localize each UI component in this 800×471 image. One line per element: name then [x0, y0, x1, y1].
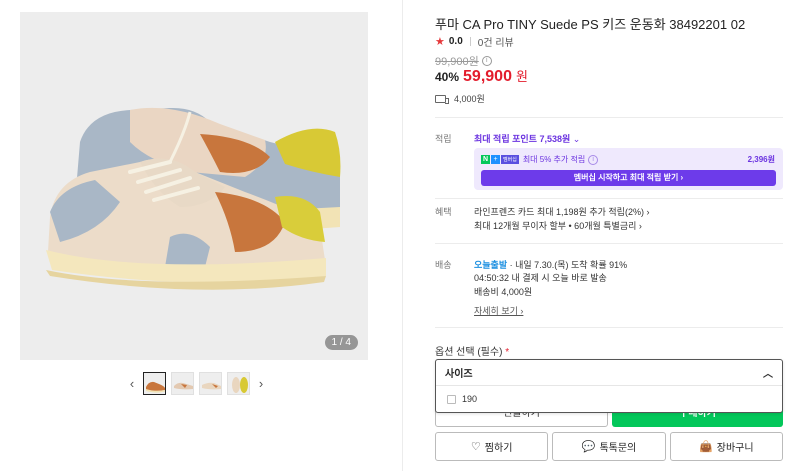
npay-amount: 2,396원 — [747, 155, 775, 164]
size-dropdown[interactable]: 사이즈 ︿ 190 — [435, 359, 783, 413]
currency-unit: 원 — [515, 69, 528, 84]
chevron-up-icon: ︿ — [763, 369, 773, 380]
today-ship-badge: 오늘출발 — [474, 260, 508, 270]
option-checkbox[interactable] — [447, 394, 456, 404]
shopping-bag-icon: 👜 — [699, 441, 713, 453]
rating-separator — [469, 37, 471, 46]
rating-score: 0.0 — [448, 36, 463, 47]
talk-label: 톡톡문의 — [599, 443, 637, 454]
card-benefit-link[interactable]: 라인프렌즈 카드 최대 1,198원 추가 적립(2%) › — [474, 205, 649, 218]
size-option[interactable]: 190 — [436, 386, 782, 412]
review-count: 0건 리뷰 — [477, 38, 514, 49]
delivery-label: 배송 — [435, 260, 452, 270]
membership-start-button[interactable]: 멤버십 시작하고 최대 적립 받기 › — [481, 170, 776, 186]
thumbnail-3[interactable] — [199, 371, 222, 395]
divider — [435, 198, 783, 199]
max-points-link[interactable]: 최대 적립 포인트 7,538원 ⌄ — [474, 132, 580, 145]
sale-price-row: 40% 59,900 원 — [435, 66, 528, 86]
npay-extra-text: 최대 5% 추가 적립 — [522, 155, 586, 164]
divider — [435, 117, 783, 118]
shipping-fee: 4,000원 — [454, 94, 485, 104]
npay-top-row: N + 멤버십 최대 5% 추가 적립 i 2,396원 — [481, 154, 775, 165]
product-title: 푸마 CA Pro TINY Suede PS 키즈 운동화 38492201 … — [435, 17, 746, 32]
cart-label: 장바구니 — [716, 443, 754, 454]
benefits-label: 혜택 — [435, 207, 452, 217]
rating-row[interactable]: ★ 0.0 0건 리뷰 — [435, 34, 514, 49]
size-dropdown-label: 사이즈 — [445, 369, 473, 380]
product-main-image[interactable]: 1 / 4 — [20, 12, 368, 360]
delivery-detail-link[interactable]: 자세히 보기 › — [474, 304, 523, 317]
installment-benefit-link[interactable]: 최대 12개월 무이자 할부 • 60개월 특별금리 › — [474, 219, 642, 232]
image-page-counter: 1 / 4 — [324, 335, 358, 350]
info-icon[interactable]: i — [481, 56, 492, 66]
npay-badge-icon: N + 멤버십 — [481, 155, 519, 164]
npay-membership-box: N + 멤버십 최대 5% 추가 적립 i 2,396원 멤버십 시작하고 최대 적… — [474, 148, 783, 190]
delivery-cutoff: 04:50:32 내 결제 시 오늘 바로 발송 — [474, 273, 607, 283]
thumbnail-2[interactable] — [171, 371, 194, 395]
delivery-fee: 배송비 4,000원 — [474, 287, 533, 297]
delivery-line-1: 오늘출발 · 내일 7.30.(목) 도착 확률 91% — [474, 258, 627, 271]
chevron-down-icon: ⌄ — [572, 134, 581, 144]
required-mark: * — [505, 347, 510, 358]
option-label-text: 옵션 선택 (필수) — [435, 347, 503, 358]
star-icon: ★ — [435, 36, 445, 48]
divider — [435, 327, 783, 328]
thumbnail-1[interactable] — [143, 371, 166, 395]
wish-button[interactable]: ♡ 찜하기 — [435, 432, 549, 461]
thumbnail-4[interactable] — [227, 371, 250, 395]
size-dropdown-header[interactable]: 사이즈 ︿ — [436, 360, 782, 386]
sneaker-illustration — [46, 107, 341, 290]
chat-bubble-icon: 💬 — [581, 441, 596, 453]
sale-price: 59,900 — [463, 68, 512, 85]
wish-label: 찜하기 — [484, 443, 513, 454]
delivery-estimate: · 내일 7.30.(목) 도착 확률 91% — [507, 260, 628, 270]
truck-icon — [435, 94, 449, 104]
divider — [435, 243, 783, 244]
cart-button[interactable]: 👜 장바구니 — [669, 432, 783, 461]
thumbnail-strip: ‹ › — [126, 370, 267, 396]
heart-icon: ♡ — [470, 441, 481, 453]
thumbnail-prev-arrow[interactable]: ‹ — [126, 376, 138, 391]
shipping-fee-row: 4,000원 — [435, 92, 485, 105]
secondary-actions-row: ♡ 찜하기 💬 톡톡문의 👜 장바구니 — [435, 432, 783, 461]
info-icon[interactable]: i — [588, 154, 599, 165]
size-option-label: 190 — [462, 394, 478, 404]
option-select-label: 옵션 선택 (필수) * — [435, 343, 509, 358]
talk-inquiry-button[interactable]: 💬 톡톡문의 — [552, 432, 666, 461]
max-points-text: 최대 적립 포인트 7,538원 — [474, 134, 571, 144]
thumbnail-next-arrow[interactable]: › — [255, 376, 267, 391]
discount-percent: 40% — [435, 70, 460, 84]
column-divider — [402, 0, 403, 471]
points-label: 적립 — [435, 134, 452, 144]
